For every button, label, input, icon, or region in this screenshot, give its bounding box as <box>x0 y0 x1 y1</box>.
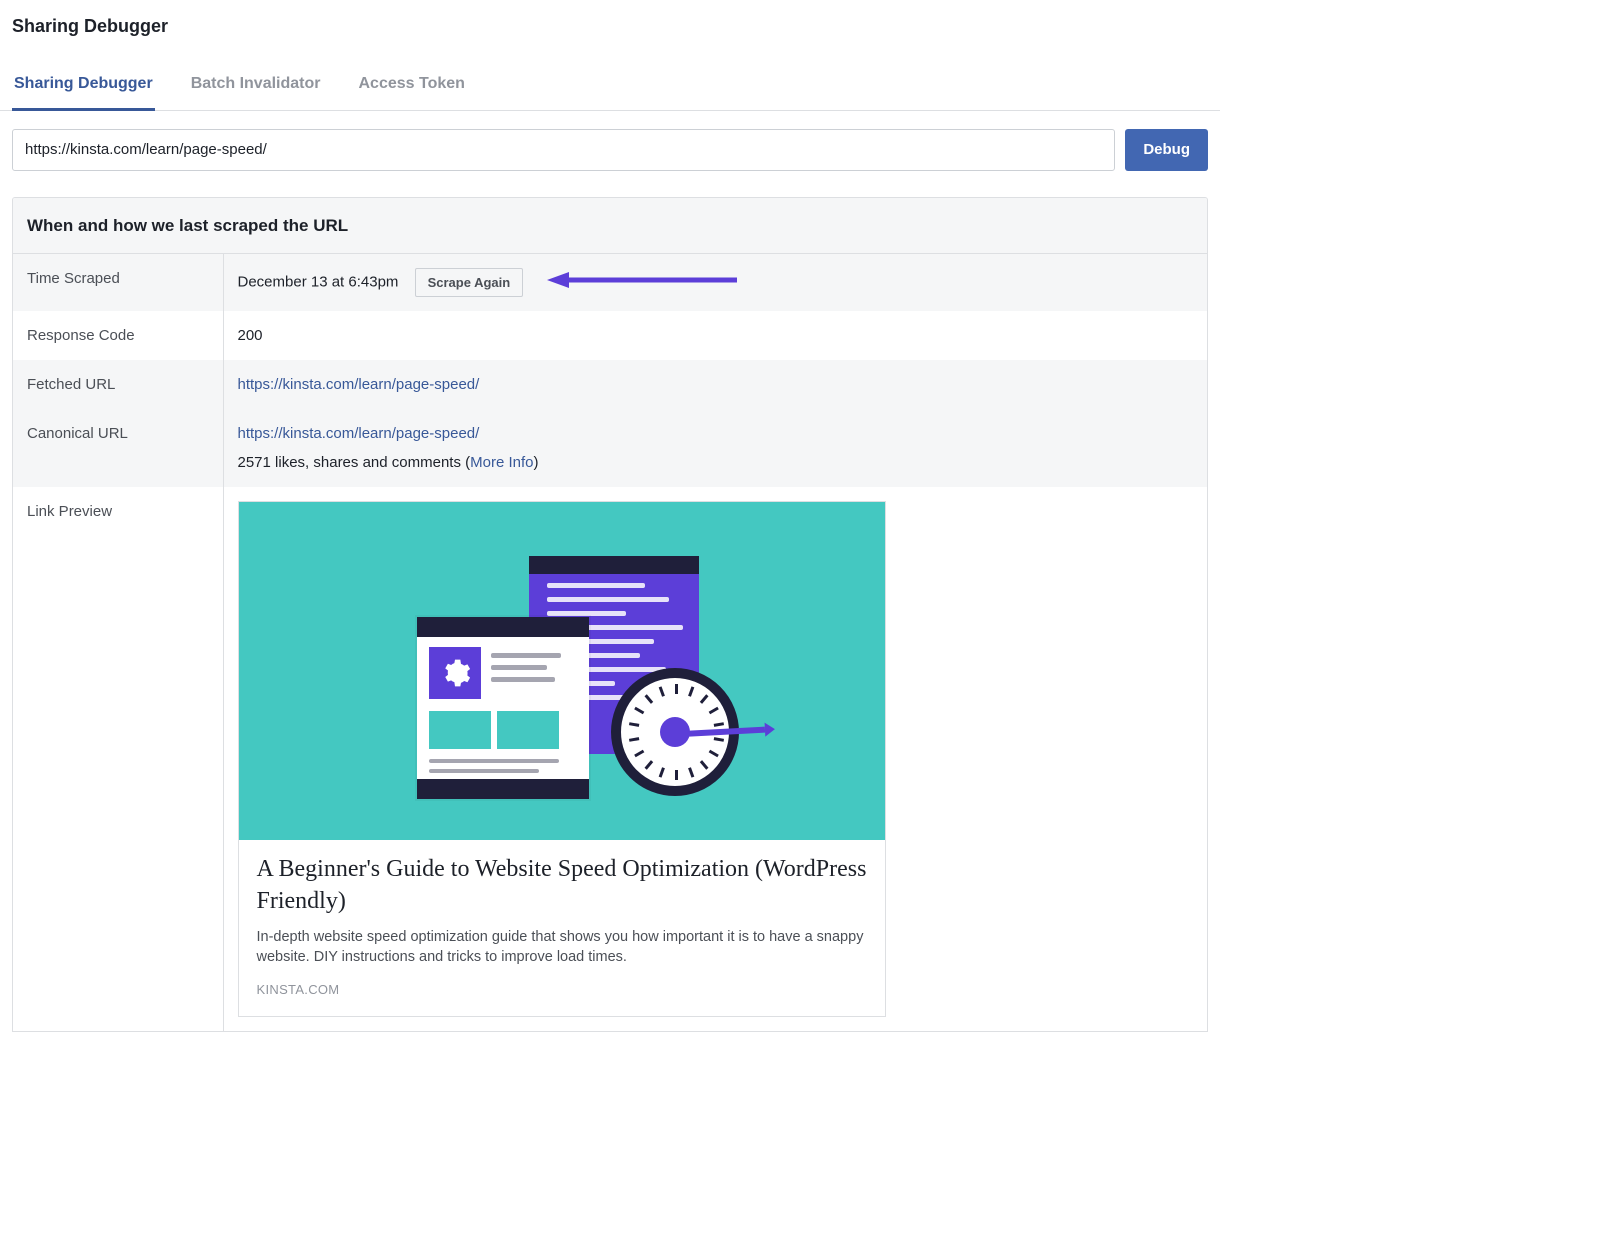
url-input[interactable] <box>12 129 1115 171</box>
arrow-annotation-icon <box>547 270 737 296</box>
speed-gauge-icon <box>611 668 739 796</box>
tab-batch-invalidator[interactable]: Batch Invalidator <box>189 63 323 110</box>
preview-domain: KINSTA.COM <box>257 981 867 999</box>
tab-sharing-debugger[interactable]: Sharing Debugger <box>12 63 155 110</box>
results-panel: When and how we last scraped the URL Tim… <box>12 197 1208 1032</box>
row-response-code: Response Code 200 <box>13 311 1207 360</box>
page-title: Sharing Debugger <box>0 0 1220 45</box>
canonical-meta-suffix: ) <box>534 454 539 471</box>
more-info-link[interactable]: More Info <box>470 454 533 471</box>
debug-input-row: Debug <box>0 111 1220 187</box>
label-response-code: Response Code <box>13 311 223 360</box>
preview-description: In-depth website speed optimization guid… <box>257 927 867 968</box>
label-fetched-url: Fetched URL <box>13 360 223 409</box>
tabs-bar: Sharing Debugger Batch Invalidator Acces… <box>0 63 1220 110</box>
preview-body: A Beginner's Guide to Website Speed Opti… <box>239 840 885 1015</box>
label-canonical-url: Canonical URL <box>13 409 223 487</box>
value-fetched-url: https://kinsta.com/learn/page-speed/ <box>223 360 1207 409</box>
canonical-meta: 2571 likes, shares and comments (More In… <box>238 452 1194 473</box>
row-time-scraped: Time Scraped December 13 at 6:43pm Scrap… <box>13 254 1207 311</box>
gear-icon <box>439 657 471 689</box>
label-time-scraped: Time Scraped <box>13 254 223 311</box>
panel-header: When and how we last scraped the URL <box>13 198 1207 255</box>
value-canonical-url: https://kinsta.com/learn/page-speed/ 257… <box>223 409 1207 487</box>
link-preview-card[interactable]: A Beginner's Guide to Website Speed Opti… <box>238 501 886 1016</box>
debug-button[interactable]: Debug <box>1125 129 1208 171</box>
preview-image <box>239 502 885 840</box>
results-table: Time Scraped December 13 at 6:43pm Scrap… <box>13 254 1207 1030</box>
label-link-preview: Link Preview <box>13 487 223 1030</box>
fetched-url-link[interactable]: https://kinsta.com/learn/page-speed/ <box>238 376 480 393</box>
canonical-url-link[interactable]: https://kinsta.com/learn/page-speed/ <box>238 425 480 442</box>
value-time-scraped: December 13 at 6:43pm Scrape Again <box>223 254 1207 311</box>
row-link-preview: Link Preview <box>13 487 1207 1030</box>
value-response-code: 200 <box>223 311 1207 360</box>
time-scraped-text: December 13 at 6:43pm <box>238 274 399 291</box>
page-window-icon <box>417 617 589 799</box>
row-fetched-url: Fetched URL https://kinsta.com/learn/pag… <box>13 360 1207 409</box>
value-link-preview: A Beginner's Guide to Website Speed Opti… <box>223 487 1207 1030</box>
scrape-again-button[interactable]: Scrape Again <box>415 268 524 297</box>
preview-title: A Beginner's Guide to Website Speed Opti… <box>257 854 867 916</box>
row-canonical-url: Canonical URL https://kinsta.com/learn/p… <box>13 409 1207 487</box>
canonical-meta-prefix: 2571 likes, shares and comments ( <box>238 454 471 471</box>
tab-access-token[interactable]: Access Token <box>357 63 467 110</box>
